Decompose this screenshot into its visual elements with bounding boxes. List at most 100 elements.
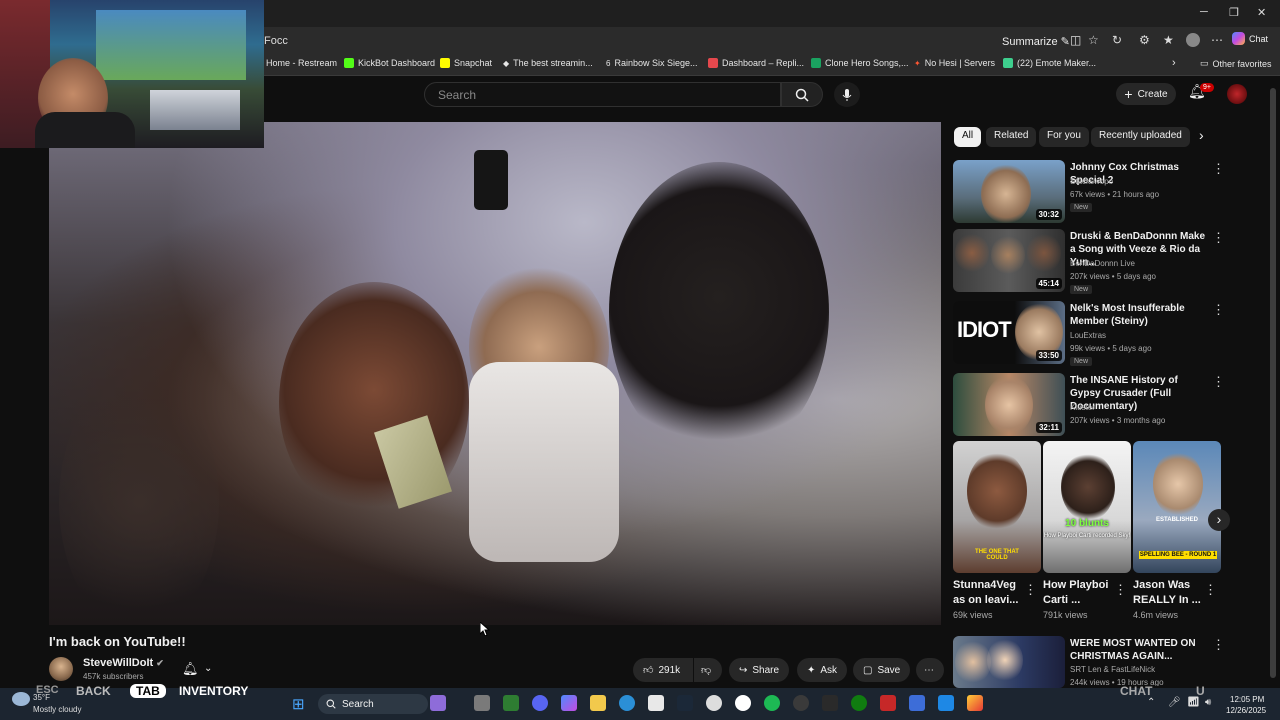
- bookmark-item[interactable]: KickBot Dashboard: [344, 58, 435, 68]
- more-vertical-icon[interactable]: ⋮: [1212, 302, 1225, 318]
- video-thumbnail[interactable]: 32:11: [953, 373, 1065, 436]
- split-view-icon[interactable]: ◫: [1070, 33, 1081, 47]
- microphone-tray-icon[interactable]: 🎤︎: [1168, 697, 1181, 708]
- red-app-icon[interactable]: [880, 695, 896, 711]
- chip-related[interactable]: Related: [986, 127, 1037, 147]
- voice-search-button[interactable]: [834, 82, 860, 107]
- more-vertical-icon[interactable]: ⋮: [1212, 637, 1225, 653]
- copilot-chat-button[interactable]: Chat: [1232, 32, 1268, 45]
- steam-icon[interactable]: [677, 695, 693, 711]
- store-icon[interactable]: [648, 695, 664, 711]
- video-player[interactable]: [49, 122, 941, 625]
- copilot-app-icon[interactable]: [561, 695, 577, 711]
- rec-channel[interactable]: SRT Len & FastLifeNick: [1070, 665, 1155, 674]
- search-input[interactable]: Search: [424, 82, 781, 107]
- address-text[interactable]: Focc: [264, 35, 288, 47]
- xbox-icon[interactable]: [851, 695, 867, 711]
- bookmark-item[interactable]: (22) Emote Maker...: [1003, 58, 1096, 68]
- more-vertical-icon[interactable]: ⋮: [1212, 374, 1225, 390]
- task-view-icon[interactable]: [474, 695, 490, 711]
- favorites-icon[interactable]: ★: [1163, 33, 1174, 47]
- more-vertical-icon[interactable]: ⋮: [1212, 230, 1225, 246]
- bookmark-item[interactable]: Clone Hero Songs,...: [811, 58, 909, 68]
- short-title[interactable]: Stunna4Veg as on leavi...: [953, 578, 1028, 608]
- create-button[interactable]: + Create: [1116, 83, 1176, 105]
- ask-button[interactable]: ✦ Ask: [797, 658, 848, 682]
- refresh-icon[interactable]: ↻: [1112, 33, 1122, 47]
- short-thumbnail[interactable]: 10 blunts How Playboi Carti recorded Sky…: [1043, 441, 1131, 573]
- extensions-icon[interactable]: ⚙: [1139, 33, 1150, 47]
- weather-icon[interactable]: [12, 692, 30, 706]
- search-button[interactable]: [781, 82, 823, 107]
- nvidia-icon[interactable]: [503, 695, 519, 711]
- favorite-star-icon[interactable]: ☆: [1088, 33, 1099, 47]
- windows-start-icon[interactable]: ⊞: [292, 695, 305, 713]
- bookmark-item[interactable]: 6 Rainbow Six Siege...: [606, 58, 698, 68]
- restore-icon[interactable]: ❐: [1229, 6, 1239, 19]
- dislike-button[interactable]: 👎︎: [694, 658, 722, 682]
- bookmark-item[interactable]: Home - Restream: [266, 58, 337, 68]
- rec-channel[interactable]: Kluster: [1070, 403, 1095, 412]
- close-icon[interactable]: ✕: [1257, 6, 1266, 19]
- save-button[interactable]: ▢ Save: [853, 658, 911, 682]
- spotify-icon[interactable]: [764, 695, 780, 711]
- rec-channel[interactable]: BenDaDonnn Live: [1070, 259, 1135, 268]
- bookmark-item[interactable]: ◆ The best streamin...: [503, 58, 593, 68]
- clock-date[interactable]: 12/26/2025: [1226, 706, 1266, 715]
- channel-name[interactable]: SteveWillDoIt ✔: [83, 657, 164, 669]
- window-app-icon[interactable]: [938, 695, 954, 711]
- share-button[interactable]: ↪ Share: [729, 658, 790, 682]
- video-thumbnail[interactable]: IDIOT 33:50: [953, 301, 1065, 364]
- rec-channel[interactable]: Stackswopo: [1070, 177, 1113, 186]
- more-actions-button[interactable]: ⋯: [916, 658, 944, 682]
- edge-browser-icon[interactable]: [619, 695, 635, 711]
- bookmark-item[interactable]: Dashboard – Repli...: [708, 58, 804, 68]
- file-explorer-icon[interactable]: [590, 695, 606, 711]
- subscription-bell-icon[interactable]: 🔔︎: [182, 661, 199, 677]
- clock-time[interactable]: 12:05 PM: [1230, 695, 1264, 704]
- discord-icon[interactable]: [532, 695, 548, 711]
- short-title[interactable]: Jason Was REALLY In ...: [1133, 578, 1208, 608]
- 4k-app-icon[interactable]: [793, 695, 809, 711]
- rec-channel[interactable]: LouExtras: [1070, 331, 1106, 340]
- summarize-button[interactable]: Summarize ✎: [1002, 35, 1070, 48]
- more-vertical-icon[interactable]: ⋮: [1114, 582, 1127, 598]
- rec-video-title[interactable]: Nelk's Most Insufferable Member (Steiny): [1070, 302, 1206, 328]
- channel-avatar[interactable]: [49, 657, 73, 681]
- more-menu-icon[interactable]: ⋯: [1211, 33, 1223, 47]
- widgets-icon[interactable]: [430, 695, 446, 711]
- more-vertical-icon[interactable]: ⋮: [1212, 161, 1225, 177]
- shorts-next-chevron-icon[interactable]: ›: [1208, 509, 1230, 531]
- bold-app-icon[interactable]: [822, 695, 838, 711]
- tray-overflow-icon[interactable]: ⌃: [1147, 697, 1155, 708]
- pencil-app-icon[interactable]: [967, 695, 983, 711]
- chip-for-you[interactable]: For you: [1039, 127, 1089, 147]
- more-vertical-icon[interactable]: ⋮: [1204, 582, 1217, 598]
- short-thumbnail[interactable]: THE ONE THAT COULD: [953, 441, 1041, 573]
- bookmark-item[interactable]: ✦ No Hesi | Servers: [914, 58, 995, 68]
- page-scrollbar[interactable]: [1270, 88, 1276, 678]
- video-thumbnail[interactable]: [953, 636, 1065, 688]
- short-thumbnail[interactable]: ESTABLISHED SPELLING BEE - ROUND 1: [1133, 441, 1221, 573]
- chevron-down-icon[interactable]: ⌄: [204, 663, 212, 674]
- bookmarks-overflow-chevron-icon[interactable]: ›: [1172, 57, 1176, 69]
- rec-video-title[interactable]: WERE MOST WANTED ON CHRISTMAS AGAIN...: [1070, 637, 1206, 663]
- volume-icon[interactable]: 🔊︎: [1205, 697, 1211, 708]
- chip-recently-uploaded[interactable]: Recently uploaded: [1091, 127, 1190, 147]
- taskbar-search[interactable]: Search: [318, 694, 428, 714]
- more-vertical-icon[interactable]: ⋮: [1024, 582, 1037, 598]
- like-button[interactable]: 👍︎ 291k: [633, 658, 693, 682]
- obs-icon[interactable]: [706, 695, 722, 711]
- chips-next-chevron-icon[interactable]: ›: [1199, 127, 1204, 143]
- minimize-icon[interactable]: ─: [1200, 6, 1208, 18]
- account-avatar[interactable]: [1227, 84, 1247, 104]
- blue-app-icon[interactable]: [909, 695, 925, 711]
- profile-avatar[interactable]: [1186, 33, 1200, 47]
- video-thumbnail[interactable]: 45:14: [953, 229, 1065, 292]
- network-icon[interactable]: 📶︎: [1187, 697, 1200, 708]
- other-favorites[interactable]: ▭ Other favorites: [1200, 58, 1272, 69]
- bookmark-item[interactable]: Snapchat: [440, 58, 492, 68]
- short-title[interactable]: How Playboi Carti ...: [1043, 578, 1118, 608]
- settings-app-icon[interactable]: [735, 695, 751, 711]
- chip-all[interactable]: All: [954, 127, 982, 147]
